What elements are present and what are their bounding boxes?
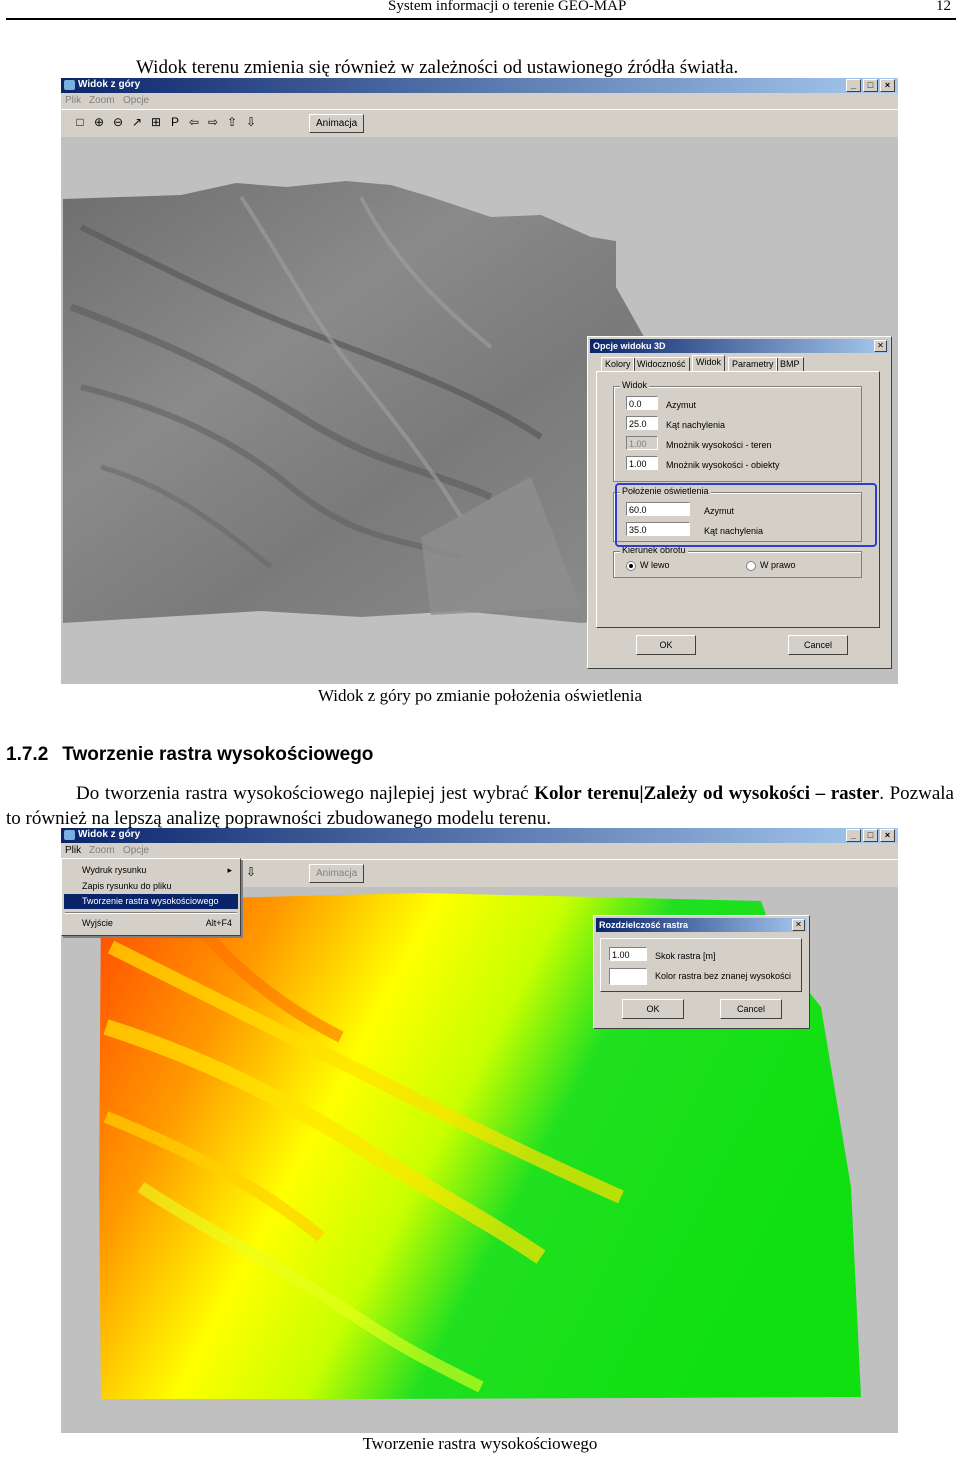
light-position-highlight (615, 483, 877, 547)
menu-opcje[interactable]: Opcje (123, 845, 149, 856)
menu-item-label: Wyjście (82, 918, 113, 928)
ok-button[interactable]: OK (636, 635, 696, 655)
menu-item-label: Wydruk rysunku (82, 865, 147, 875)
menu-item-create-raster[interactable]: Tworzenie rastra wysokościowego (64, 894, 238, 909)
rotation-right-radio[interactable] (746, 561, 756, 571)
window-title: Widok z góry (78, 79, 141, 90)
raster-step-field[interactable]: 1.00 (609, 947, 647, 961)
menu-bar: Plik Zoom Opcje (61, 843, 898, 858)
tab-widok[interactable]: Widok (692, 355, 726, 372)
group-label: Widok (620, 380, 650, 390)
pan-right-icon[interactable]: ⇨ (206, 115, 220, 129)
terrain-multiplier-label: Mnożnik wysokości - teren (666, 440, 772, 450)
figure-caption: Widok z góry po zmianie położenia oświet… (317, 686, 643, 705)
close-button[interactable]: × (880, 829, 895, 842)
zoom-all-icon[interactable]: ⊞ (149, 115, 163, 129)
group-view: Widok 0.0 Azymut 25.0 Kąt nachylenia 1.0… (613, 380, 862, 482)
objects-multiplier-field[interactable]: 1.00 (626, 456, 658, 470)
pan-down-icon[interactable]: ⇩ (244, 865, 258, 879)
pan-up-icon[interactable]: ⇧ (225, 115, 239, 129)
azimuth-field[interactable]: 0.0 (626, 396, 658, 410)
menu-item-exit[interactable]: Wyjście Alt+F4 (64, 916, 238, 931)
close-icon[interactable]: ✕ (874, 340, 887, 352)
p-icon[interactable]: P (168, 115, 182, 129)
tab-kolory[interactable]: Kolory (601, 357, 635, 372)
menu-bar: Plik Zoom Opcje (61, 93, 898, 108)
intro-text: Widok terenu zmienia się również w zależ… (136, 57, 739, 78)
section-heading: 1.7.2 Tworzenie rastra wysokościowego (6, 744, 373, 766)
app-icon (64, 830, 75, 840)
tab-widocznosc[interactable]: Widoczność (633, 357, 690, 372)
section-number: 1.7.2 (6, 744, 49, 765)
rotation-left-radio[interactable] (626, 561, 636, 571)
pan-down-icon[interactable]: ⇩ (244, 115, 258, 129)
minimize-button[interactable]: _ (846, 829, 861, 842)
cancel-button[interactable]: Cancel (720, 999, 782, 1019)
minimize-button[interactable]: _ (846, 79, 861, 92)
window-title: Widok z góry (78, 829, 141, 840)
zoom-window-icon[interactable]: ↗ (130, 115, 144, 129)
title-bar[interactable]: Widok z góry _ □ × (61, 78, 898, 93)
header-rule (6, 18, 956, 20)
azimuth-label: Azymut (666, 400, 697, 410)
section-title: Tworzenie rastra wysokościowego (62, 744, 374, 765)
app-icon (64, 80, 75, 90)
menu-zoom[interactable]: Zoom (89, 845, 115, 856)
figure-caption: Tworzenie rastra wysokościowego (362, 1434, 598, 1453)
no-height-color-label: Kolor rastra bez znanej wysokości (655, 971, 792, 981)
page-number: 12 (936, 0, 951, 14)
tab-bmp[interactable]: BMP (776, 357, 804, 372)
ok-button[interactable]: OK (622, 999, 684, 1019)
close-icon[interactable]: ✕ (792, 919, 805, 931)
objects-multiplier-label: Mnożnik wysokości - obiekty (666, 460, 780, 470)
pan-left-icon[interactable]: ⇦ (187, 115, 201, 129)
close-button[interactable]: × (880, 79, 895, 92)
raster-step-label: Skok rastra [m] (655, 951, 716, 961)
tilt-field[interactable]: 25.0 (626, 416, 658, 430)
menu-zoom[interactable]: Zoom (89, 95, 115, 106)
maximize-button[interactable]: □ (863, 79, 878, 92)
menu-plik[interactable]: Plik (65, 845, 81, 856)
paragraph-bold-text: Kolor terenu|Zależy od wysokości – raste… (534, 783, 880, 804)
no-height-color-field[interactable] (609, 968, 647, 985)
menu-item-shortcut: Alt+F4 (205, 918, 232, 928)
menu-item-save-to-file[interactable]: Zapis rysunku do pliku (64, 879, 238, 894)
tab-parametry[interactable]: Parametry (728, 357, 778, 372)
raster-resolution-dialog: Rozdzielczość rastra ✕ 1.00 Skok rastra … (593, 915, 810, 1029)
tilt-label: Kąt nachylenia (666, 420, 726, 430)
menu-separator (65, 912, 237, 914)
dialog-title: Opcje widoku 3D (590, 339, 889, 353)
zoom-out-icon[interactable]: ⊖ (111, 115, 125, 129)
menu-plik[interactable]: Plik (65, 95, 81, 106)
submenu-arrow-icon: ▸ (227, 865, 232, 875)
file-menu-dropdown: Wydruk rysunku ▸ Zapis rysunku do pliku T… (61, 858, 241, 936)
paragraph-text: Do tworzenia rastra wysokościowego najle… (76, 783, 535, 804)
menu-item-print[interactable]: Wydruk rysunku ▸ (64, 863, 238, 878)
dialog-title: Rozdzielczość rastra (596, 918, 807, 932)
animation-button[interactable]: Animacja (309, 864, 365, 883)
menu-item-label: Tworzenie rastra wysokościowego (82, 896, 219, 906)
header-title: System informacji o terenie GEO-MAP (388, 0, 627, 14)
title-bar[interactable]: Widok z góry _ □ × (61, 828, 898, 843)
select-icon[interactable]: □ (73, 115, 87, 129)
zoom-in-icon[interactable]: ⊕ (92, 115, 106, 129)
menu-opcje[interactable]: Opcje (123, 95, 149, 106)
maximize-button[interactable]: □ (863, 829, 878, 842)
menu-item-label: Zapis rysunku do pliku (82, 881, 172, 891)
toolbar: □ ⊕ ⊖ ↗ ⊞ P ⇦ ⇨ ⇧ ⇩ Animacja (61, 109, 898, 139)
rotation-right-label: W prawo (760, 560, 796, 570)
body-paragraph: Do tworzenia rastra wysokościowego najle… (6, 781, 954, 831)
terrain-multiplier-field: 1.00 (626, 436, 658, 450)
cancel-button[interactable]: Cancel (788, 635, 848, 655)
animation-button[interactable]: Animacja (309, 114, 365, 133)
group-rotation: Kierunek obrotu W lewo W prawo (613, 545, 862, 578)
rotation-left-label: W lewo (640, 560, 670, 570)
dialog-panel: 1.00 Skok rastra [m] Kolor rastra bez zn… (600, 938, 802, 992)
